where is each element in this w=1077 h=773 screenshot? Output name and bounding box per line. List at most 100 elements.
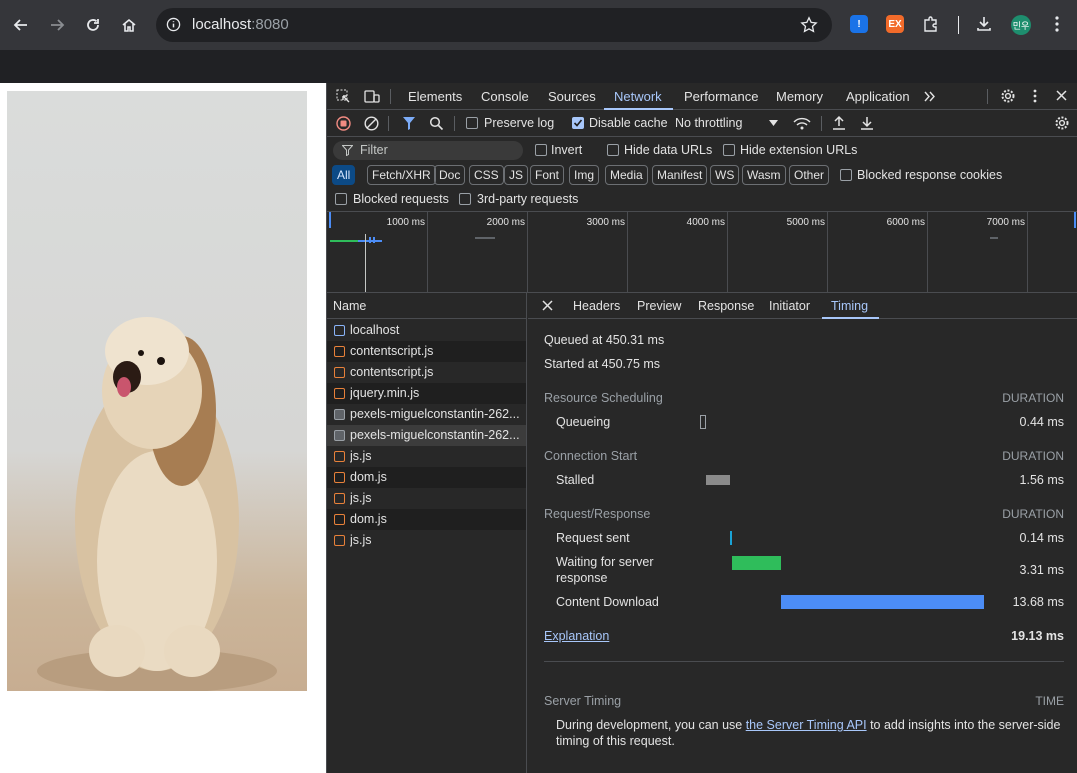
tab-network[interactable]: Network xyxy=(614,89,662,104)
export-har-icon[interactable] xyxy=(860,115,874,131)
blocked-response-cookies-label: Blocked response cookies xyxy=(857,168,1003,182)
network-conditions-icon[interactable] xyxy=(793,116,811,131)
tab-response[interactable]: Response xyxy=(698,299,754,313)
tab-headers[interactable]: Headers xyxy=(573,299,620,313)
downloads-icon[interactable] xyxy=(975,15,993,33)
preserve-log-checkbox[interactable] xyxy=(466,117,478,129)
reload-icon[interactable] xyxy=(79,11,107,39)
chip-img[interactable]: Img xyxy=(569,165,600,185)
settings-gear-icon[interactable] xyxy=(1000,88,1016,104)
tab-sources[interactable]: Sources xyxy=(548,89,596,104)
forward-icon[interactable] xyxy=(43,11,71,39)
tab-preview[interactable]: Preview xyxy=(637,299,681,313)
chip-manifest[interactable]: Manifest xyxy=(652,165,708,185)
throttling-dropdown-icon[interactable] xyxy=(769,120,778,126)
chip-other[interactable]: Other xyxy=(789,165,830,185)
tab-application[interactable]: Application xyxy=(846,89,910,104)
tab-performance[interactable]: Performance xyxy=(684,89,758,104)
device-toolbar-icon[interactable] xyxy=(364,89,380,104)
request-row[interactable]: dom.js xyxy=(327,467,526,488)
more-tabs-chevron-icon[interactable] xyxy=(923,90,937,103)
stalled-label: Stalled xyxy=(556,473,595,487)
request-row[interactable]: js.js xyxy=(327,530,526,551)
search-icon[interactable] xyxy=(429,116,444,131)
request-list-header[interactable]: Name xyxy=(327,293,527,319)
tab-initiator[interactable]: Initiator xyxy=(769,299,810,313)
request-row[interactable]: js.js xyxy=(327,488,526,509)
invert-label: Invert xyxy=(551,143,583,157)
hide-extension-urls-label: Hide extension URLs xyxy=(740,143,858,157)
disable-cache-checkbox[interactable] xyxy=(572,117,584,129)
explanation-link[interactable]: Explanation xyxy=(544,629,609,643)
throttling-select[interactable]: No throttling xyxy=(675,116,742,130)
url-text: localhost:8080 xyxy=(192,16,289,33)
chip-wasm[interactable]: Wasm xyxy=(742,165,786,185)
hide-extension-urls-checkbox[interactable] xyxy=(723,144,735,156)
filter-input[interactable]: Filter xyxy=(333,141,523,160)
request-row[interactable]: contentscript.js xyxy=(327,362,526,383)
tab-memory[interactable]: Memory xyxy=(776,89,823,104)
extensions-puzzle-icon[interactable] xyxy=(922,15,940,33)
request-row[interactable]: pexels-miguelconstantin-262... xyxy=(327,404,526,425)
tab-timing[interactable]: Timing xyxy=(831,299,868,313)
chip-doc[interactable]: Doc xyxy=(434,165,466,185)
clear-icon[interactable] xyxy=(364,116,379,131)
request-row[interactable]: jquery.min.js xyxy=(327,383,526,404)
overview-waiting-bar xyxy=(330,240,358,242)
hide-data-urls-checkbox[interactable] xyxy=(607,144,619,156)
chip-font[interactable]: Font xyxy=(530,165,565,185)
request-name: js.js xyxy=(350,533,372,547)
detail-tabbar: Headers Preview Response Initiator Timin… xyxy=(528,293,1077,319)
network-settings-gear-icon[interactable] xyxy=(1054,115,1070,131)
extension-ex-icon[interactable]: EX xyxy=(886,15,904,33)
record-stop-icon[interactable] xyxy=(336,116,351,131)
home-icon[interactable] xyxy=(115,11,143,39)
overview-load-marker xyxy=(365,234,366,292)
chip-media[interactable]: Media xyxy=(605,165,648,185)
devtools-menu-icon[interactable] xyxy=(1030,88,1040,104)
server-timing-api-link[interactable]: the Server Timing API xyxy=(746,718,867,732)
request-sent-bar xyxy=(730,531,732,545)
tab-console[interactable]: Console xyxy=(481,89,529,104)
total-duration: 19.13 ms xyxy=(1011,629,1064,643)
script-icon xyxy=(334,346,345,357)
tab-elements[interactable]: Elements xyxy=(408,89,462,104)
overview-right-handle[interactable] xyxy=(1074,212,1076,228)
profile-avatar[interactable]: 민우 xyxy=(1011,15,1031,35)
name-column-header[interactable]: Name xyxy=(333,299,366,313)
dog-photo xyxy=(7,91,307,691)
blocked-requests-label: Blocked requests xyxy=(353,192,449,206)
filter-funnel-icon[interactable] xyxy=(402,116,416,131)
invert-checkbox[interactable] xyxy=(535,144,547,156)
back-icon[interactable] xyxy=(7,11,35,39)
chip-css[interactable]: CSS xyxy=(469,165,504,185)
browser-menu-icon[interactable] xyxy=(1049,15,1065,33)
request-row[interactable]: dom.js xyxy=(327,509,526,530)
chip-ws[interactable]: WS xyxy=(710,165,740,185)
filter-placeholder: Filter xyxy=(360,143,388,157)
site-info-icon[interactable] xyxy=(166,17,181,32)
inspect-element-icon[interactable] xyxy=(336,89,351,104)
tab-divider xyxy=(987,89,988,104)
network-overview[interactable]: 1000 ms 2000 ms 3000 ms 4000 ms 5000 ms … xyxy=(327,212,1077,293)
request-row-selected[interactable]: pexels-miguelconstantin-262... xyxy=(327,425,526,446)
toolbar-divider xyxy=(821,116,822,131)
chip-js[interactable]: JS xyxy=(504,165,529,185)
password-extension-icon[interactable]: ! xyxy=(850,15,868,33)
document-icon xyxy=(334,325,345,336)
third-party-requests-checkbox[interactable] xyxy=(459,193,471,205)
chip-fetch-xhr[interactable]: Fetch/XHR xyxy=(367,165,436,185)
started-at-text: Started at 450.75 ms xyxy=(544,357,661,371)
import-har-icon[interactable] xyxy=(832,115,846,131)
close-detail-icon[interactable] xyxy=(542,300,553,311)
bookmark-star-icon[interactable] xyxy=(800,16,818,34)
overview-left-handle[interactable] xyxy=(329,212,331,228)
request-row[interactable]: contentscript.js xyxy=(327,341,526,362)
blocked-response-cookies-checkbox[interactable] xyxy=(840,169,852,181)
chip-all[interactable]: All xyxy=(332,165,356,185)
close-devtools-icon[interactable] xyxy=(1055,89,1068,102)
blocked-requests-checkbox[interactable] xyxy=(335,193,347,205)
request-row[interactable]: js.js xyxy=(327,446,526,467)
address-bar[interactable]: localhost:8080 xyxy=(156,8,832,42)
request-row[interactable]: localhost xyxy=(327,320,526,341)
